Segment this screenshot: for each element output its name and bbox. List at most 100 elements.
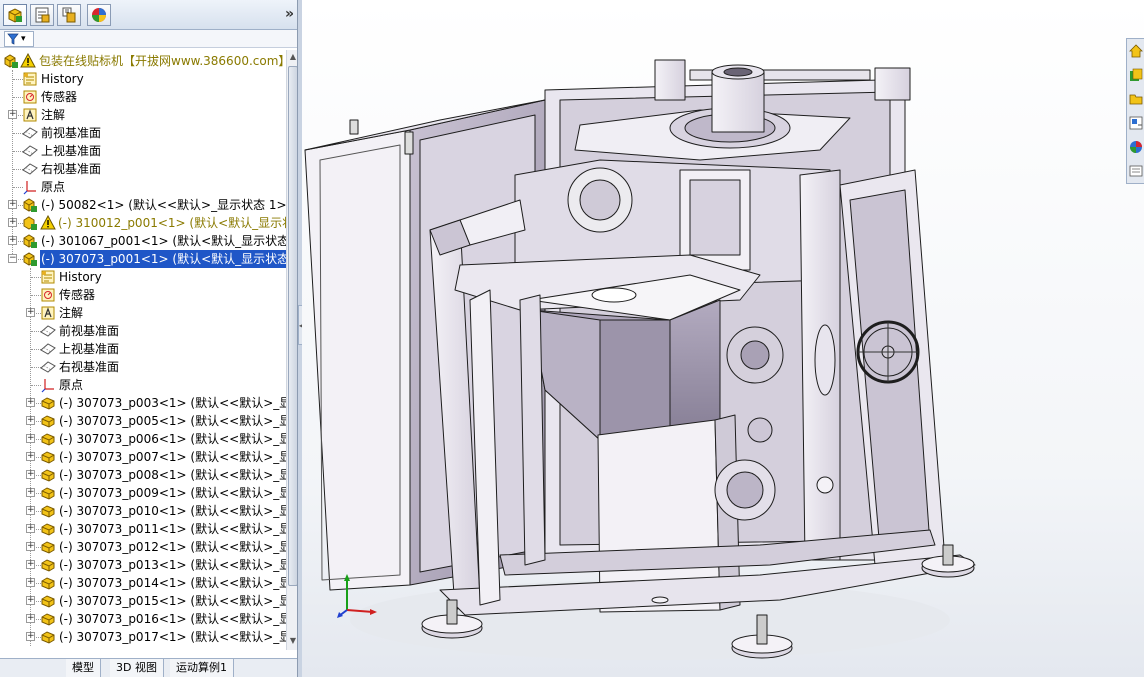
tree-item[interactable]: + 注解 — [0, 304, 286, 322]
expand-toggle[interactable]: + — [26, 614, 35, 623]
task-pane-custom-properties-button[interactable] — [1128, 161, 1144, 181]
part-icon — [40, 485, 56, 501]
tree-item[interactable]: + (-) 310012_p001<1> (默认<默认_显示状 — [0, 214, 286, 232]
tab-model[interactable]: 模型 — [66, 659, 101, 677]
part-icon — [40, 395, 56, 411]
expand-toggle[interactable]: + — [26, 398, 35, 407]
tree-item-label: (-) 307073_p009<1> (默认<<默认>_显示 — [59, 486, 286, 500]
tree-item-label: 传感器 — [41, 90, 78, 104]
expand-toggle[interactable]: + — [26, 308, 35, 317]
expand-toggle[interactable]: + — [26, 452, 35, 461]
tree-item[interactable]: 右视基准面 — [0, 160, 286, 178]
part-icon — [40, 449, 56, 465]
task-pane-appearances-button[interactable] — [1128, 137, 1144, 157]
tree-item[interactable]: + (-) 50082<1> (默认<<默认>_显示状态 1>) — [0, 196, 286, 214]
machine-3d-model[interactable] — [302, 0, 1144, 677]
tree-item-label: (-) 307073_p001<1> (默认<默认_显示状态- — [40, 250, 286, 268]
tree-root-label: 包装在线贴标机【开拔网www.386600.com】 — [39, 54, 286, 68]
tree-item[interactable]: + (-) 307073_p007<1> (默认<<默认>_显示 — [0, 448, 286, 466]
tree-item-label: (-) 301067_p001<1> (默认<默认_显示状态- — [41, 234, 286, 248]
expand-toggle[interactable]: + — [26, 434, 35, 443]
part-icon — [40, 431, 56, 447]
task-pane-home-button[interactable] — [1128, 41, 1144, 61]
part-icon — [40, 611, 56, 627]
tree-item[interactable]: + (-) 301067_p001<1> (默认<默认_显示状态- — [0, 232, 286, 250]
tree-root-assembly[interactable]: 包装在线贴标机【开拔网www.386600.com】 — [0, 52, 286, 70]
expand-toggle[interactable]: + — [26, 470, 35, 479]
tree-item[interactable]: 上视基准面 — [0, 340, 286, 358]
tree-item[interactable]: + (-) 307073_p008<1> (默认<<默认>_显示 — [0, 466, 286, 484]
display-manager-tab[interactable] — [87, 4, 111, 26]
tree-scrollbar[interactable]: ▲ ▼ — [286, 50, 297, 650]
scroll-up-arrow[interactable]: ▲ — [288, 52, 297, 64]
tree-item[interactable]: + (-) 307073_p006<1> (默认<<默认>_显示 — [0, 430, 286, 448]
tree-item[interactable]: + (-) 307073_p003<1> (默认<<默认>_显示 — [0, 394, 286, 412]
configuration-manager-tab[interactable] — [57, 4, 81, 26]
tree-item[interactable]: + 注解 — [0, 106, 286, 124]
tree-item[interactable]: − (-) 307073_p001<1> (默认<默认_显示状态- — [0, 250, 286, 268]
history-icon — [40, 269, 56, 285]
filter-icon — [7, 33, 19, 45]
graphics-area[interactable] — [302, 0, 1144, 677]
tree-item[interactable]: + (-) 307073_p012<1> (默认<<默认>_显示 — [0, 538, 286, 556]
plane-icon — [22, 125, 38, 141]
tree-item[interactable]: 传感器 — [0, 88, 286, 106]
tree-item[interactable]: + (-) 307073_p015<1> (默认<<默认>_显示 — [0, 592, 286, 610]
tree-item[interactable]: History — [0, 70, 286, 88]
more-tabs-button[interactable]: » — [285, 6, 294, 22]
feature-manager-tab[interactable] — [3, 4, 27, 26]
tree-item[interactable]: + (-) 307073_p009<1> (默认<<默认>_显示 — [0, 484, 286, 502]
tree-item[interactable]: + (-) 307073_p016<1> (默认<<默认>_显示 — [0, 610, 286, 628]
tree-item[interactable]: + (-) 307073_p010<1> (默认<<默认>_显示 — [0, 502, 286, 520]
expand-toggle[interactable]: − — [8, 254, 17, 263]
tree-item[interactable]: + (-) 307073_p017<1> (默认<<默认>_显示 — [0, 628, 286, 646]
tree-item[interactable]: + (-) 307073_p005<1> (默认<<默认>_显示 — [0, 412, 286, 430]
tree-item[interactable]: 上视基准面 — [0, 142, 286, 160]
task-pane-design-library-button[interactable] — [1128, 65, 1144, 85]
tab-motion-study[interactable]: 运动算例1 — [170, 659, 234, 677]
tree-item[interactable]: 原点 — [0, 376, 286, 394]
warning-icon — [40, 214, 56, 231]
tab-3d-view[interactable]: 3D 视图 — [110, 659, 164, 677]
property-manager-tab[interactable] — [30, 4, 54, 26]
tree-item[interactable]: + (-) 307073_p011<1> (默认<<默认>_显示 — [0, 520, 286, 538]
expand-toggle[interactable]: + — [26, 596, 35, 605]
tree-item[interactable]: + (-) 307073_p013<1> (默认<<默认>_显示 — [0, 556, 286, 574]
task-pane-view-palette-button[interactable] — [1128, 113, 1144, 133]
tree-item[interactable]: 传感器 — [0, 286, 286, 304]
part-icon — [40, 413, 56, 429]
expand-toggle[interactable]: + — [8, 236, 17, 245]
tree-item-label: 注解 — [59, 306, 84, 320]
tree-item[interactable]: + (-) 307073_p014<1> (默认<<默认>_显示 — [0, 574, 286, 592]
tree-item-label: History — [59, 270, 102, 284]
tree-item[interactable]: 前视基准面 — [0, 322, 286, 340]
annotation-icon — [40, 305, 56, 321]
expand-toggle[interactable]: + — [26, 560, 35, 569]
expand-toggle[interactable]: + — [26, 488, 35, 497]
tree-item[interactable]: 原点 — [0, 178, 286, 196]
task-pane-file-explorer-button[interactable] — [1128, 89, 1144, 109]
file-explorer-icon — [1129, 94, 1143, 105]
tree-item[interactable]: History — [0, 268, 286, 286]
expand-toggle[interactable]: + — [8, 200, 17, 209]
expand-toggle[interactable]: + — [26, 524, 35, 533]
expand-toggle[interactable]: + — [26, 506, 35, 515]
expand-toggle[interactable]: + — [26, 416, 35, 425]
scroll-thumb[interactable] — [288, 66, 297, 586]
scroll-down-arrow[interactable]: ▼ — [288, 636, 297, 648]
part-icon — [40, 521, 56, 537]
plane-icon — [40, 341, 56, 357]
tree-item[interactable]: 前视基准面 — [0, 124, 286, 142]
tree-item[interactable]: 右视基准面 — [0, 358, 286, 376]
filter-button[interactable]: ▾ — [4, 31, 34, 47]
tree-item-label: (-) 307073_p013<1> (默认<<默认>_显示 — [59, 558, 286, 572]
expand-toggle[interactable]: + — [8, 218, 17, 227]
home-icon — [1129, 44, 1143, 58]
expand-toggle[interactable]: + — [26, 578, 35, 587]
expand-toggle[interactable]: + — [26, 632, 35, 641]
expand-toggle[interactable]: + — [26, 542, 35, 551]
appearances-icon — [1130, 141, 1142, 153]
tree-item-label: (-) 307073_p012<1> (默认<<默认>_显示 — [59, 540, 286, 554]
tree-item-label: 前视基准面 — [41, 126, 102, 140]
expand-toggle[interactable]: + — [8, 110, 17, 119]
